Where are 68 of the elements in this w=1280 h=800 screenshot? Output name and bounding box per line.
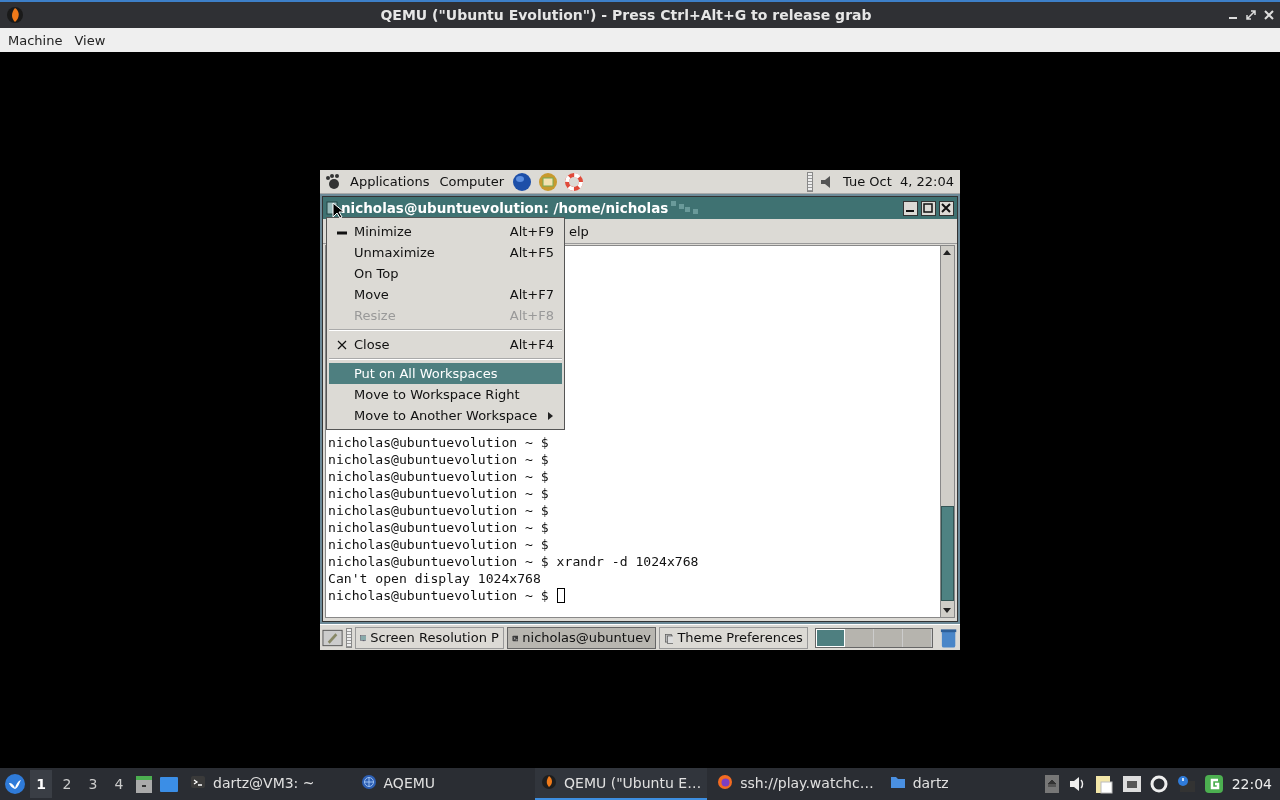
task-button[interactable]: nicholas@ubuntuev — [506, 626, 656, 649]
trash-icon[interactable] — [938, 626, 958, 649]
terminal-line: Can't open display 1024x768 — [328, 570, 542, 587]
workspace-switcher[interactable] — [814, 627, 933, 648]
terminal-line: nicholas@ubuntuevolution ~ $ — [328, 587, 940, 604]
menu-item[interactable]: Move to Workspace Right — [329, 384, 562, 405]
globe-icon[interactable] — [512, 171, 533, 192]
window-title: QEMU ("Ubuntu Evolution") - Press Ctrl+Alt+G to release grab — [379, 7, 873, 23]
terminal-line: nicholas@ubuntuevolution ~ $ — [328, 434, 550, 451]
terminal-line: nicholas@ubuntuevolution ~ $ — [328, 468, 550, 485]
menu-item[interactable]: elp — [569, 223, 589, 239]
window-icon[interactable] — [158, 774, 180, 794]
task-button[interactable]: AQEMU — [354, 768, 442, 800]
alert-icon[interactable] — [1175, 775, 1196, 793]
cabinet-icon[interactable] — [134, 774, 154, 794]
workspace-button[interactable]: 4 — [108, 770, 130, 798]
menu-item[interactable]: On Top — [329, 263, 562, 284]
clock[interactable]: Tue Oct 4, 22:04 — [840, 174, 956, 189]
eject-icon[interactable] — [1043, 774, 1060, 794]
text-cursor — [556, 588, 565, 603]
scroll-thumb[interactable] — [941, 506, 954, 601]
network-icon[interactable] — [1121, 775, 1142, 793]
speaker-icon[interactable] — [1067, 775, 1086, 793]
flame-icon — [6, 6, 24, 24]
lifebuoy-icon[interactable] — [564, 171, 585, 192]
clock[interactable]: 22:04 — [1227, 776, 1276, 792]
maximize-icon[interactable] — [921, 200, 936, 216]
panel-menu[interactable]: Computer — [437, 174, 507, 189]
menu-item[interactable]: Close Alt+F4 — [329, 334, 562, 355]
task-button[interactable]: Theme Preferences — [658, 626, 808, 649]
panel-handle[interactable] — [806, 171, 813, 192]
workspace-button[interactable]: 3 — [82, 770, 104, 798]
task-button[interactable]: QEMU ("Ubuntu E… — [535, 768, 708, 800]
mouse-pointer-icon — [332, 202, 343, 219]
terminal-line: nicholas@ubuntuevolution ~ $ — [328, 451, 550, 468]
menu-item[interactable]: Move Alt+F7 — [329, 284, 562, 305]
globe-icon[interactable] — [360, 774, 379, 792]
terminal-line: nicholas@ubuntuevolution ~ $ — [328, 519, 550, 536]
task-button[interactable]: ssh://play.watchc… — [711, 768, 880, 800]
workspace-cell[interactable] — [902, 628, 932, 647]
scroll-bar[interactable] — [940, 246, 954, 617]
task-button[interactable]: dartz@VM3: ~ — [184, 768, 321, 800]
foot-icon[interactable] — [324, 172, 342, 191]
menu-item[interactable]: View — [68, 32, 112, 48]
g-logo-icon[interactable] — [1203, 774, 1224, 794]
menu-item[interactable]: Minimize Alt+F9 — [329, 221, 562, 242]
close-icon[interactable] — [939, 200, 954, 216]
terminal-line: nicholas@ubuntuevolution ~ $ xrandr -d 1024x768 — [328, 553, 700, 570]
clipboard-icon[interactable] — [1093, 774, 1114, 794]
menu-item[interactable]: Move to Another Workspace — [329, 405, 562, 426]
close-icon — [337, 339, 347, 350]
terminal-line: nicholas@ubuntuevolution ~ $ — [328, 485, 550, 502]
menu-item[interactable]: Machine — [2, 32, 69, 48]
terminal-line: nicholas@ubuntuevolution ~ $ — [328, 536, 550, 553]
workspace-cell[interactable] — [873, 628, 903, 647]
menu-item[interactable]: Put on All Workspaces — [329, 363, 562, 384]
menu-item[interactable]: Unmaximize Alt+F5 — [329, 242, 562, 263]
terminal-line: nicholas@ubuntuevolution ~ $ — [328, 502, 550, 519]
workspace-cell[interactable] — [844, 628, 874, 647]
window-title: nicholas@ubuntuevolution: /home/nicholas — [341, 200, 669, 216]
task-button[interactable]: Screen Resolution P — [354, 626, 504, 649]
minimize-icon[interactable] — [903, 200, 918, 216]
panel-menu[interactable]: Applications — [348, 174, 432, 189]
desktop-icon[interactable] — [322, 627, 344, 648]
workspace-button[interactable]: 1 — [30, 770, 52, 798]
task-button[interactable]: dartz — [883, 768, 955, 800]
panel-handle[interactable] — [346, 627, 352, 648]
workspace-button[interactable]: 2 — [56, 770, 78, 798]
